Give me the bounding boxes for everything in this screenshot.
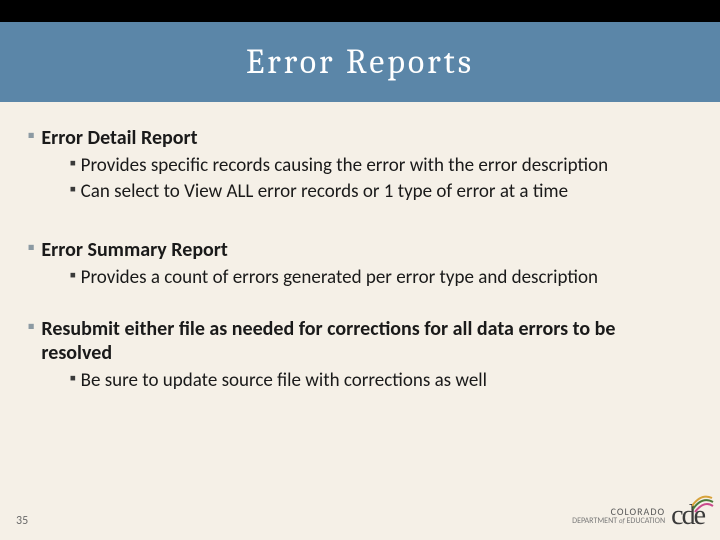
section-heading: ▪ Error Detail Report (28, 126, 688, 150)
square-bullet-icon: ▪ (70, 266, 76, 287)
list-item-text: Be sure to update source file with corre… (81, 369, 487, 393)
top-black-bar (0, 0, 720, 22)
list-item: ▪ Provides specific records causing the … (70, 154, 688, 178)
square-bullet-icon: ▪ (28, 238, 34, 258)
list-item: ▪ Be sure to update source file with cor… (70, 369, 688, 393)
section-heading-text: Resubmit either file as needed for corre… (41, 317, 688, 365)
section-heading: ▪ Resubmit either file as needed for cor… (28, 317, 688, 365)
square-bullet-icon: ▪ (28, 126, 34, 146)
logo-dept-prefix: DEPARTMENT (572, 516, 617, 526)
logo-c: c (671, 500, 681, 532)
logo-dept-suffix: EDUCATION (627, 516, 666, 526)
section-sublist: ▪ Provides specific records causing the … (28, 154, 688, 204)
section-sublist: ▪ Be sure to update source file with cor… (28, 369, 688, 393)
section-heading-text: Error Summary Report (41, 238, 227, 262)
title-band: Error Reports (0, 22, 720, 102)
list-item: ▪ Can select to View ALL error records o… (70, 180, 688, 204)
list-item-text: Provides a count of errors generated per… (81, 266, 598, 290)
square-bullet-icon: ▪ (70, 154, 76, 175)
section-error-detail: ▪ Error Detail Report ▪ Provides specifi… (28, 126, 688, 204)
section-error-summary: ▪ Error Summary Report ▪ Provides a coun… (28, 238, 688, 290)
section-heading-text: Error Detail Report (41, 126, 197, 150)
logo-swoosh-icon (692, 494, 714, 514)
slide-title: Error Reports (246, 42, 474, 82)
page-number: 35 (16, 514, 28, 528)
section-heading: ▪ Error Summary Report (28, 238, 688, 262)
cde-logo: COLORADO DEPARTMENT of EDUCATION cde (572, 500, 704, 532)
list-item-text: Can select to View ALL error records or … (81, 180, 568, 204)
square-bullet-icon: ▪ (70, 180, 76, 201)
logo-abbr: cde (671, 500, 704, 532)
section-resubmit: ▪ Resubmit either file as needed for cor… (28, 317, 688, 393)
logo-e: e (694, 500, 704, 532)
slide-content: ▪ Error Detail Report ▪ Provides specifi… (0, 102, 720, 393)
list-item-text: Provides specific records causing the er… (81, 154, 608, 178)
square-bullet-icon: ▪ (28, 317, 34, 337)
logo-dept-of: of (619, 516, 625, 525)
logo-text: COLORADO DEPARTMENT of EDUCATION (572, 507, 665, 526)
square-bullet-icon: ▪ (70, 369, 76, 390)
list-item: ▪ Provides a count of errors generated p… (70, 266, 688, 290)
logo-dept: DEPARTMENT of EDUCATION (572, 517, 665, 525)
section-sublist: ▪ Provides a count of errors generated p… (28, 266, 688, 290)
